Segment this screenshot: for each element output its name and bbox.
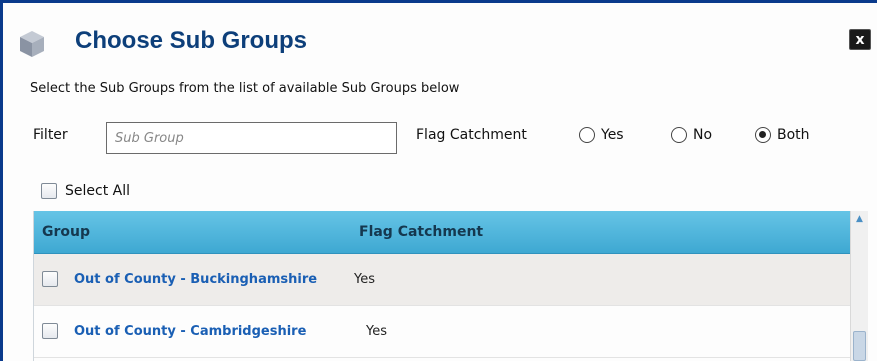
column-header-group[interactable]: Group [42, 224, 90, 240]
radio-no-circle[interactable] [671, 127, 687, 143]
radio-both-circle[interactable] [755, 127, 771, 143]
grid-scrollbar[interactable]: ▲ [850, 211, 868, 361]
select-all-label: Select All [65, 183, 130, 199]
sub-group-filter-input[interactable] [106, 122, 397, 154]
cube-icon [20, 31, 44, 57]
flag-catchment-label: Flag Catchment [416, 127, 527, 143]
radio-yes-label: Yes [601, 127, 624, 143]
close-icon: x [855, 32, 865, 48]
select-all[interactable]: Select All [41, 183, 130, 199]
column-header-flag-catchment[interactable]: Flag Catchment [359, 224, 483, 240]
radio-both-label: Both [777, 127, 810, 143]
flag-radio-yes[interactable]: Yes [579, 124, 624, 146]
group-link[interactable]: Out of County - Cambridgeshire [74, 324, 306, 339]
flag-catchment-value: Yes [354, 272, 375, 287]
row-checkbox[interactable] [42, 323, 58, 339]
group-link[interactable]: Out of County - Buckinghamshire [74, 272, 317, 287]
chevron-up-icon[interactable]: ▲ [851, 211, 868, 228]
flag-catchment-value: Yes [366, 324, 387, 339]
choose-sub-groups-dialog: Choose Sub Groups x Select the Sub Group… [0, 0, 877, 361]
filter-label: Filter [33, 127, 68, 143]
table-row: Out of County - Cambridgeshire Yes [34, 306, 851, 358]
table-row: Out of County - Buckinghamshire Yes [34, 254, 851, 306]
radio-no-label: No [693, 127, 713, 143]
dialog-top-border [3, 0, 877, 3]
radio-yes-circle[interactable] [579, 127, 595, 143]
row-checkbox[interactable] [42, 271, 58, 287]
dialog-title: Choose Sub Groups [75, 27, 308, 54]
close-button[interactable]: x [849, 29, 871, 50]
flag-radio-no[interactable]: No [671, 124, 712, 146]
grid-header: Group Flag Catchment [34, 211, 851, 254]
instructions-text: Select the Sub Groups from the list of a… [30, 81, 460, 96]
sub-groups-grid: Group Flag Catchment Out of County - Buc… [33, 211, 851, 361]
flag-radio-both[interactable]: Both [755, 124, 810, 146]
scrollbar-thumb[interactable] [853, 331, 866, 361]
select-all-checkbox[interactable] [41, 183, 57, 199]
